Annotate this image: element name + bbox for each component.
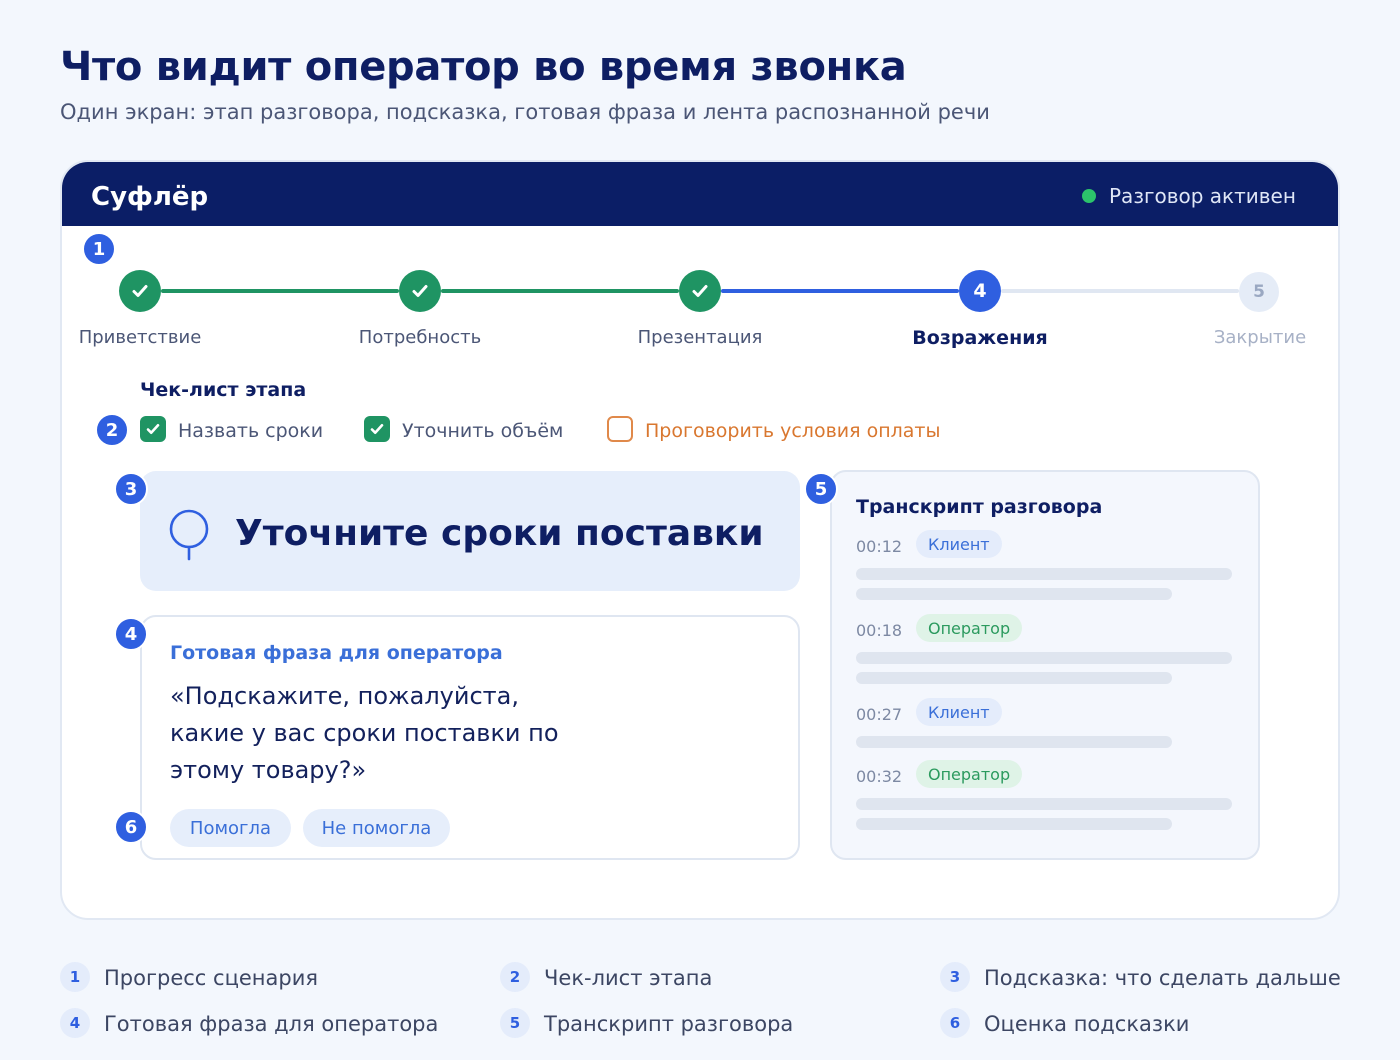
step-closing[interactable]: 5 (1239, 272, 1279, 312)
speaker-badge-client: Клиент (916, 530, 1002, 558)
marker-4: 4 (114, 617, 148, 651)
ready-phrase-title: Готовая фраза для оператора (170, 642, 503, 664)
speaker-badge-client: Клиент (916, 698, 1002, 726)
transcript-line (856, 736, 1172, 748)
check-icon (412, 285, 428, 297)
step-label-presentation: Презентация (637, 327, 763, 348)
check-icon (146, 424, 160, 434)
transcript-time: 00:18 (856, 621, 903, 640)
legend-text: Подсказка: что сделать дальше (984, 966, 1341, 990)
checklist-label-payment: Проговорить условия оплаты (645, 420, 941, 442)
check-icon (692, 285, 708, 297)
ready-phrase-text[interactable]: «Подскажите, пожалуйста, какие у вас сро… (170, 678, 590, 789)
speaker-badge-operator: Оператор (916, 614, 1023, 642)
step-label-need: Потребность (358, 327, 482, 348)
transcript-time: 00:32 (856, 767, 903, 786)
marker-3: 3 (114, 472, 148, 506)
check-icon (132, 285, 148, 297)
not-helped-button[interactable]: Не помогла (303, 809, 450, 847)
marker-1: 1 (82, 232, 116, 266)
speaker-badge-operator: Оператор (916, 760, 1023, 788)
legend-text: Чек-лист этапа (544, 966, 713, 990)
legend-text: Транскрипт разговора (544, 1012, 794, 1036)
window-header: Суфлёр Разговор активен (62, 162, 1338, 226)
progress-line-4 (1001, 289, 1239, 293)
checklist-checkbox-deadlines[interactable] (140, 416, 166, 442)
checklist-checkbox-payment[interactable] (607, 416, 633, 442)
legend-text: Оценка подсказки (984, 1012, 1190, 1036)
transcript-line (856, 588, 1172, 600)
transcript-card[interactable]: Транскрипт разговора 00:12 Клиент 00:18 … (830, 470, 1260, 860)
step-greeting[interactable] (119, 270, 161, 312)
status-indicator-icon (1082, 189, 1096, 203)
step-label-closing: Закрытие (1213, 327, 1307, 348)
progress-line-2 (441, 289, 679, 293)
checklist-label-volume: Уточнить объём (402, 420, 564, 442)
transcript-line (856, 652, 1232, 664)
ready-phrase-card: Готовая фраза для оператора «Подскажите,… (140, 615, 800, 860)
legend-number: 5 (500, 1008, 530, 1038)
marker-6: 6 (114, 810, 148, 844)
transcript-time: 00:27 (856, 705, 903, 724)
hint-card: Уточните сроки поставки (140, 471, 800, 591)
helped-button[interactable]: Помогла (170, 809, 291, 847)
legend-number: 6 (940, 1008, 970, 1038)
checklist-title: Чек-лист этапа (140, 379, 307, 401)
legend-number: 4 (60, 1008, 90, 1038)
marker-5: 5 (804, 472, 838, 506)
check-icon (370, 424, 384, 434)
transcript-title: Транскрипт разговора (856, 496, 1103, 518)
page-subtitle: Один экран: этап разговора, подсказка, г… (60, 100, 990, 124)
legend-text: Готовая фраза для оператора (104, 1012, 439, 1036)
legend-number: 1 (60, 962, 90, 992)
step-label-greeting: Приветствие (78, 327, 202, 348)
hint-text: Уточните сроки поставки (235, 513, 764, 554)
transcript-line (856, 568, 1232, 580)
checklist-label-deadlines: Назвать сроки (178, 420, 324, 442)
legend-number: 3 (940, 962, 970, 992)
step-need[interactable] (399, 270, 441, 312)
transcript-line (856, 798, 1232, 810)
legend-number: 2 (500, 962, 530, 992)
progress-line-3 (721, 289, 959, 293)
transcript-line (856, 672, 1172, 684)
lightbulb-icon (169, 509, 209, 561)
step-label-objections: Возражения (912, 327, 1048, 349)
legend-text: Прогресс сценария (104, 966, 318, 990)
checklist-checkbox-volume[interactable] (364, 416, 390, 442)
step-objections[interactable]: 4 (959, 270, 1001, 312)
call-status: Разговор активен (1109, 184, 1296, 208)
marker-2: 2 (95, 413, 129, 447)
step-presentation[interactable] (679, 270, 721, 312)
app-title: Суфлёр (91, 182, 209, 212)
progress-line-1 (161, 289, 399, 293)
page-title: Что видит оператор во время звонка (60, 44, 907, 90)
transcript-line (856, 818, 1172, 830)
transcript-time: 00:12 (856, 537, 903, 556)
